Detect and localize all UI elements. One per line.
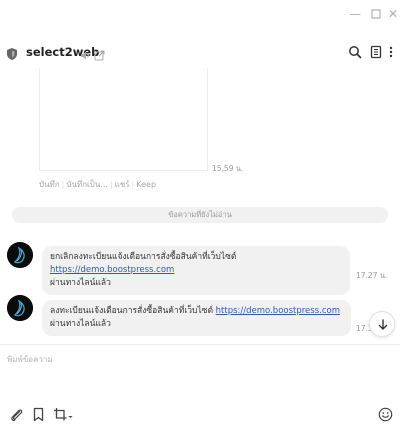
maximize-icon[interactable] xyxy=(368,6,384,22)
chat-header: select2web xyxy=(0,40,400,68)
share-link[interactable]: แชร์ xyxy=(115,180,130,189)
scroll-to-bottom-button[interactable] xyxy=(369,311,395,337)
attach-icon[interactable] xyxy=(9,407,24,422)
avatar[interactable] xyxy=(7,242,33,268)
bookmark-icon[interactable] xyxy=(31,407,46,422)
arrow-down-icon xyxy=(378,319,388,330)
composer xyxy=(0,344,400,404)
notes-icon[interactable] xyxy=(369,44,383,59)
window-titlebar: — ✕ xyxy=(0,0,400,30)
message-time: 15.59 น. xyxy=(212,164,244,173)
message-time: 17.27 น. xyxy=(356,271,388,280)
save-as-link[interactable]: บันทึกเป็น... xyxy=(66,180,108,189)
message-list[interactable]: 15.59 น. บันทึก | บันทึกเป็น... | แชร์ | Keep … xyxy=(0,68,400,344)
message-bubble[interactable]: ยกเลิกลงทะเบียนแจ้งเตือนการสั่งซื้อสินค้… xyxy=(42,246,350,295)
avatar[interactable] xyxy=(7,295,33,321)
media-actions: บันทึก | บันทึกเป็น... | แชร์ | Keep xyxy=(39,180,157,189)
more-options-icon[interactable] xyxy=(388,44,394,58)
shield-icon xyxy=(7,45,17,60)
mute-icon[interactable] xyxy=(80,46,91,60)
crop-icon[interactable] xyxy=(53,407,73,422)
message-bubble[interactable]: ลงทะเบียนแจ้งเตือนการสั่งซื้อสินค้าที่เว… xyxy=(42,300,351,336)
save-link[interactable]: บันทึก xyxy=(39,180,60,189)
unread-divider: ข้อความที่ยังไม่อ่าน xyxy=(12,207,388,223)
message-link[interactable]: https://demo.boostpress.com xyxy=(50,265,174,275)
external-link-icon[interactable] xyxy=(94,46,105,61)
keep-link[interactable]: Keep xyxy=(136,180,156,189)
close-icon[interactable]: ✕ xyxy=(385,6,400,22)
media-attachment[interactable] xyxy=(39,68,208,171)
minimize-icon[interactable]: — xyxy=(347,6,363,22)
emoji-icon[interactable] xyxy=(378,407,393,422)
search-icon[interactable] xyxy=(348,44,362,59)
message-input[interactable] xyxy=(7,353,392,397)
composer-toolbar xyxy=(0,404,400,429)
message-link[interactable]: https://demo.boostpress.com xyxy=(216,306,340,316)
